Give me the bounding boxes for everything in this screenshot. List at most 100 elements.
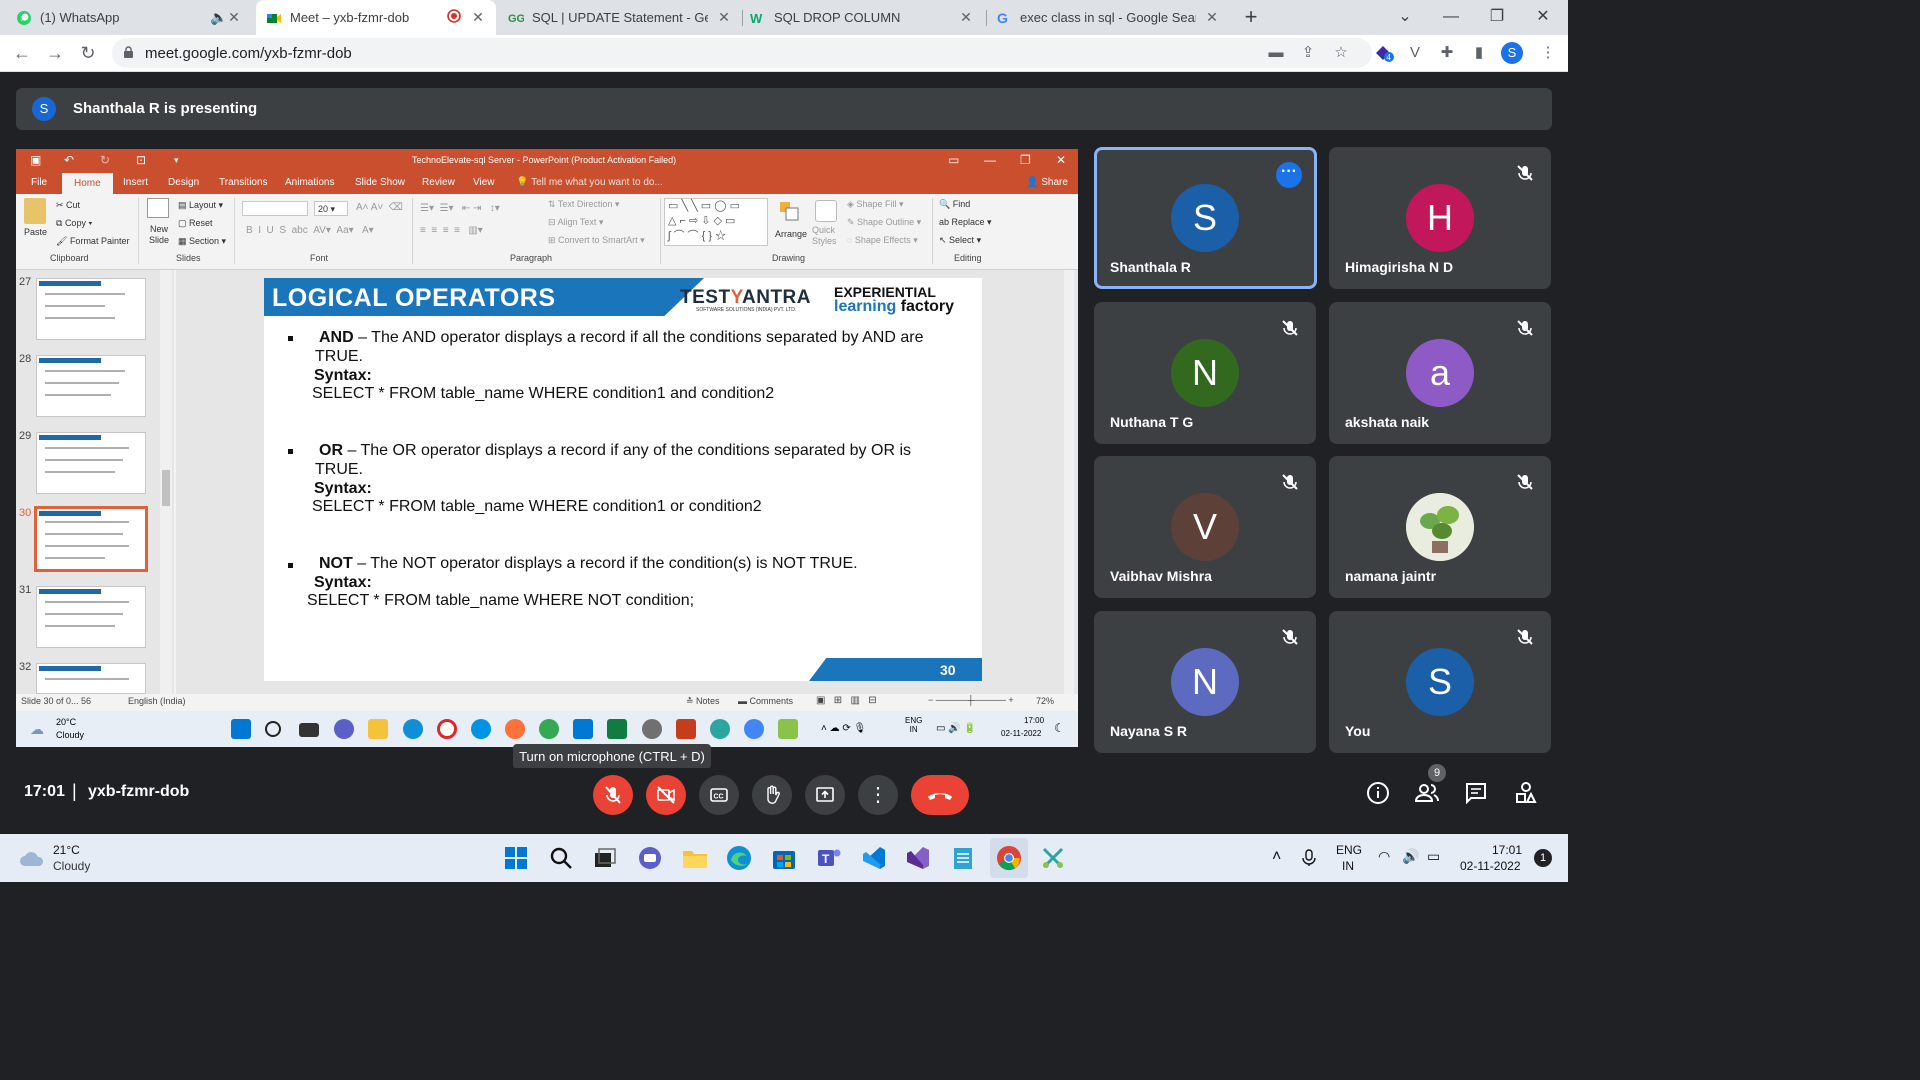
show-hidden-icons[interactable]: ˄: [1272, 848, 1281, 866]
camera-toggle-button[interactable]: [646, 775, 686, 815]
extension-v-icon[interactable]: V: [1405, 44, 1425, 62]
more-options-button[interactable]: ⋮: [858, 775, 898, 815]
tab-w3schools[interactable]: W SQL DROP COLUMN ✕: [750, 0, 982, 35]
reload-icon[interactable]: ↻: [77, 43, 99, 63]
align-icons: ≡ ≡ ≡ ≡ ▥▾: [420, 225, 483, 236]
lang-primary[interactable]: ENG: [1336, 843, 1362, 857]
tab-whatsapp[interactable]: (1) WhatsApp 🔈 ✕: [16, 0, 248, 35]
wifi-icon[interactable]: ◠: [1378, 848, 1390, 865]
microphone-tooltip: Turn on microphone (CTRL + D): [513, 744, 711, 769]
font-name-box: [242, 201, 308, 216]
maximize-button[interactable]: ❐: [1474, 0, 1520, 35]
url-bar[interactable]: meet.google.com/yxb-fzmr-dob: [112, 38, 1372, 68]
camera-icon[interactable]: ▬: [1266, 44, 1286, 62]
more-options-icon[interactable]: ···: [1276, 162, 1302, 188]
ppt-tab-transitions: Transitions: [219, 177, 268, 188]
participant-tile[interactable]: S ··· Shanthala R: [1094, 147, 1317, 289]
clock-time[interactable]: 17:01: [1492, 843, 1522, 857]
snipping-tool-icon[interactable]: [1039, 844, 1067, 872]
leave-call-button[interactable]: [911, 775, 969, 815]
file-explorer-icon[interactable]: [681, 844, 709, 872]
microphone-toggle-button[interactable]: [593, 775, 633, 815]
microsoft-store-icon[interactable]: [770, 844, 798, 872]
lang-line: IN: [909, 725, 918, 734]
windows-start-icon[interactable]: [502, 844, 530, 872]
profile-avatar[interactable]: S: [1501, 42, 1523, 64]
share-icon[interactable]: ⇪: [1298, 44, 1318, 62]
tray-icons-2: ▭ 🔊 🔋: [936, 723, 976, 734]
volume-icon[interactable]: 🔊: [1402, 848, 1419, 865]
notepad-icon[interactable]: [949, 844, 977, 872]
close-icon[interactable]: ✕: [958, 9, 974, 26]
ppt-ribbon-tabs: File Home Insert Design Transitions Anim…: [16, 173, 1078, 194]
and-keyword: AND: [319, 329, 354, 346]
logo-part: TEST: [680, 287, 731, 308]
moon-icon: ☾: [1054, 721, 1065, 735]
back-arrow-icon[interactable]: ←: [11, 43, 33, 63]
participant-tile[interactable]: S You: [1329, 611, 1551, 753]
shape-effects-item: ◌ Shape Effects ▾: [847, 235, 918, 245]
thumb-number: 27: [19, 276, 32, 288]
tell-me-text: Tell me what you want to do...: [531, 177, 663, 188]
participant-tile[interactable]: namana jaintr: [1329, 456, 1551, 598]
search-icon[interactable]: [547, 844, 575, 872]
star-icon[interactable]: ☆: [1331, 44, 1351, 62]
close-icon[interactable]: ✕: [226, 9, 242, 26]
search-icon: [265, 721, 281, 737]
section-label: Section: [189, 236, 220, 246]
or-syntax-label: Syntax:: [314, 480, 372, 497]
visual-studio-icon[interactable]: [904, 844, 932, 872]
participant-name: Nuthana T G: [1110, 414, 1194, 430]
chat-button[interactable]: [1463, 780, 1489, 806]
forward-arrow-icon[interactable]: →: [44, 43, 66, 63]
extension-shield-icon[interactable]: 4: [1374, 44, 1394, 62]
close-icon[interactable]: ✕: [716, 9, 732, 26]
tab-search-chevron-icon[interactable]: ⌄: [1382, 0, 1428, 35]
browser-tab-bar: (1) WhatsApp 🔈 ✕ Meet – yxb-fzmr-dob ✕ G…: [0, 0, 1568, 35]
tab-meet[interactable]: Meet – yxb-fzmr-dob ✕: [256, 0, 496, 35]
captions-button[interactable]: CC: [699, 775, 739, 815]
sidebar-icon[interactable]: ▮: [1469, 44, 1489, 62]
new-tab-button[interactable]: +: [1228, 0, 1274, 35]
participant-tile[interactable]: N Nayana S R: [1094, 611, 1316, 753]
teams-chat-icon[interactable]: [636, 844, 664, 872]
task-view-icon[interactable]: [591, 844, 619, 872]
ppt-tab-view: View: [473, 177, 495, 188]
tab-google-search[interactable]: G exec class in sql - Google Search ✕: [996, 0, 1228, 35]
chrome-icon: [744, 719, 764, 739]
chrome-icon[interactable]: [995, 844, 1023, 872]
format-painter-item: 🖌 Format Painter: [56, 236, 130, 246]
close-icon[interactable]: ✕: [470, 9, 486, 26]
find-label: Find: [952, 199, 971, 209]
raise-hand-button[interactable]: [752, 775, 792, 815]
menu-dots-icon[interactable]: ⋮: [1538, 44, 1558, 62]
chat-icon: [1466, 783, 1486, 805]
edge-icon[interactable]: [725, 844, 753, 872]
vscode-icon[interactable]: [860, 844, 888, 872]
teams-icon[interactable]: T: [815, 844, 843, 872]
tab-geeksforgeeks[interactable]: GG SQL | UPDATE Statement - Geeks ✕: [508, 0, 740, 35]
speaker-icon[interactable]: 🔈: [210, 9, 227, 26]
ribbon-options-icon: ▭: [948, 153, 960, 167]
microphone-icon[interactable]: [1301, 849, 1317, 867]
activities-button[interactable]: [1513, 780, 1539, 806]
minimize-button[interactable]: —: [1428, 0, 1474, 35]
close-window-button[interactable]: ✕: [1520, 0, 1566, 35]
participant-tile[interactable]: N Nuthana T G: [1094, 302, 1316, 444]
battery-icon[interactable]: ▭: [1427, 848, 1440, 865]
participant-tile[interactable]: a akshata naik: [1329, 302, 1551, 444]
participant-tile[interactable]: H Himagirisha N D: [1329, 147, 1551, 289]
ppt-ribbon: Paste ✂ Cut ⧉ Copy ▾ 🖌 Format Painter Cl…: [16, 194, 1078, 270]
comments-label: Comments: [749, 696, 794, 706]
select-item: ↖ Select ▾: [939, 235, 982, 245]
puzzle-icon[interactable]: ✚: [1437, 44, 1457, 62]
present-screen-button[interactable]: [805, 775, 845, 815]
inner-lang: ENG IN: [905, 716, 922, 734]
notification-badge[interactable]: 1: [1534, 849, 1552, 867]
meeting-info-button[interactable]: [1365, 780, 1391, 806]
close-icon[interactable]: ✕: [1204, 9, 1220, 26]
people-button[interactable]: [1414, 780, 1440, 806]
clock-date[interactable]: 02-11-2022: [1460, 859, 1521, 873]
lang-secondary[interactable]: IN: [1342, 859, 1354, 873]
participant-tile[interactable]: V Vaibhav Mishra: [1094, 456, 1316, 598]
